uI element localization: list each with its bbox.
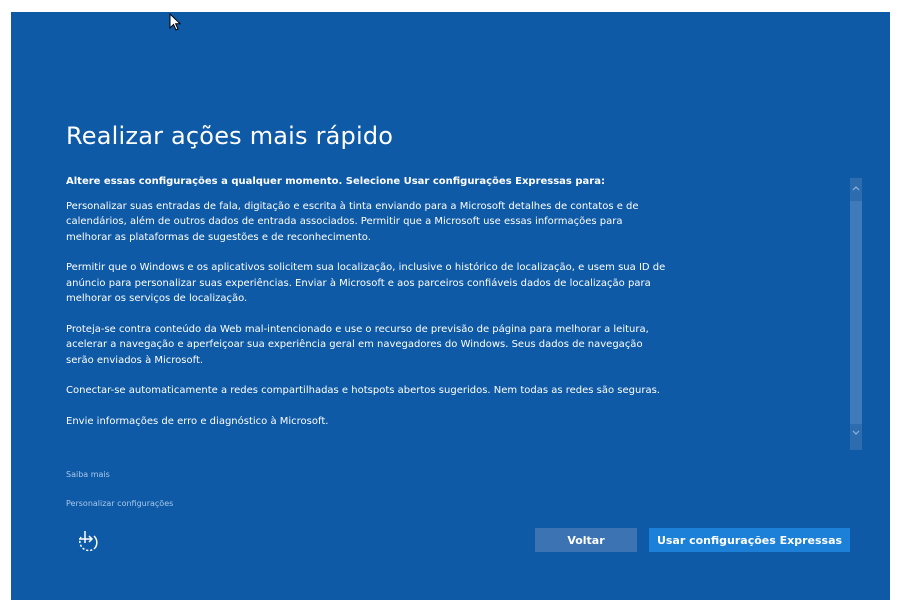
intro-text: Altere essas configurações a qualquer mo… (66, 176, 605, 187)
use-express-settings-button[interactable]: Usar configurações Expressas (649, 528, 850, 552)
settings-description: Altere essas configurações a qualquer mo… (66, 174, 666, 444)
chevron-up-icon[interactable] (850, 181, 862, 195)
page-title: Realizar ações mais rápido (66, 122, 394, 150)
learn-more-link[interactable]: Saiba mais (66, 470, 110, 479)
paragraph-web-protection: Proteja-se contra conteúdo da Web mal-in… (66, 323, 649, 366)
mouse-pointer-icon (169, 13, 181, 31)
setup-screen: Realizar ações mais rápido Altere essas … (11, 12, 890, 600)
paragraph-input-personalization: Personalizar suas entradas de fala, digi… (66, 200, 639, 243)
customize-settings-link[interactable]: Personalizar configurações (66, 499, 173, 508)
paragraph-location: Permitir que o Windows e os aplicativos … (66, 262, 666, 304)
back-button[interactable]: Voltar (535, 528, 637, 552)
chevron-down-icon[interactable] (850, 426, 862, 440)
paragraph-networks: Conectar-se automaticamente a redes comp… (66, 385, 660, 396)
scrollbar-thumb[interactable] (850, 201, 862, 424)
ease-of-access-icon[interactable] (73, 527, 103, 555)
paragraph-diagnostics: Envie informações de erro e diagnóstico … (66, 415, 329, 427)
